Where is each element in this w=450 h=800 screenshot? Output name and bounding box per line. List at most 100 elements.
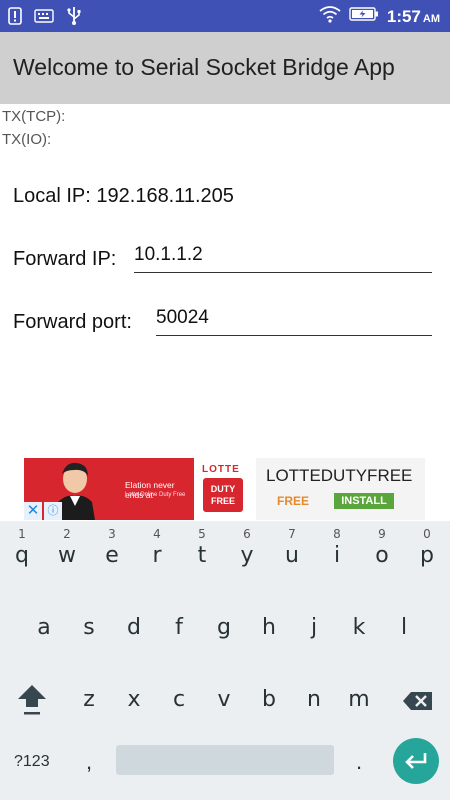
key-hint: 8 [333, 527, 341, 541]
tx-io-label: TX(IO): [2, 131, 52, 148]
key-e[interactable]: 3e [90, 521, 134, 587]
clock-ampm: AM [422, 12, 440, 25]
key-char: t [197, 543, 207, 568]
comma-key[interactable]: , [86, 749, 92, 775]
key-f[interactable]: f [157, 595, 201, 661]
close-icon[interactable]: ✕ [24, 502, 42, 520]
enter-key[interactable] [393, 738, 439, 784]
key-k[interactable]: k [337, 595, 381, 661]
key-char: u [285, 543, 299, 568]
key-char: q [15, 543, 29, 568]
key-q[interactable]: 1q [0, 521, 44, 587]
key-char: r [152, 543, 162, 568]
app-bar: Welcome to Serial Socket Bridge App [0, 32, 450, 104]
battery-charging-icon [349, 6, 379, 27]
ad-install-button[interactable]: INSTALL [334, 493, 394, 509]
key-char: y [240, 543, 254, 568]
key-hint: 1 [18, 527, 26, 541]
key-u[interactable]: 7u [270, 521, 314, 587]
usb-icon [66, 6, 82, 31]
key-hint: 5 [198, 527, 206, 541]
key-i[interactable]: 8i [315, 521, 359, 587]
wifi-icon [319, 5, 341, 28]
forward-port-label: Forward port: [13, 311, 132, 333]
key-hint: 7 [288, 527, 296, 541]
forward-port-input[interactable] [156, 303, 432, 336]
tx-tcp-label: TX(TCP): [2, 108, 66, 125]
key-char: a [37, 615, 51, 640]
key-z[interactable]: z [67, 667, 111, 733]
key-v[interactable]: v [202, 667, 246, 733]
local-ip-value: 192.168.11.205 [96, 185, 234, 207]
key-j[interactable]: j [292, 595, 336, 661]
ad-subline: Lotte Online Duty Free [125, 492, 186, 498]
key-char: p [420, 543, 434, 568]
key-hint: 0 [423, 527, 431, 541]
enter-icon [404, 751, 428, 776]
backspace-icon [402, 691, 434, 717]
local-ip-label: Local IP: [13, 185, 91, 207]
ad-logo-line1: DUTY [210, 484, 236, 494]
clock-time: 1:57 [386, 6, 421, 26]
symbols-key[interactable]: ?123 [14, 753, 50, 771]
local-ip-row: Local IP: 192.168.11.205 [13, 185, 234, 208]
key-o[interactable]: 9o [360, 521, 404, 587]
key-char: h [262, 615, 276, 640]
keyboard-icon [34, 9, 54, 28]
key-p[interactable]: 0p [405, 521, 449, 587]
shift-key[interactable] [9, 667, 53, 733]
key-c[interactable]: c [157, 667, 201, 733]
period-key[interactable]: . [356, 749, 362, 775]
key-hint: 4 [153, 527, 161, 541]
key-char: d [127, 615, 141, 640]
key-w[interactable]: 2w [45, 521, 89, 587]
key-r[interactable]: 4r [135, 521, 179, 587]
key-l[interactable]: l [382, 595, 426, 661]
key-char: j [310, 615, 318, 640]
key-d[interactable]: d [112, 595, 156, 661]
key-char: x [127, 687, 141, 712]
backspace-key[interactable] [396, 667, 440, 733]
forward-ip-label: Forward IP: [13, 248, 117, 270]
key-char: v [217, 687, 231, 712]
info-icon[interactable]: ⓘ [44, 502, 62, 520]
key-char: w [58, 543, 76, 568]
key-n[interactable]: n [292, 667, 336, 733]
key-b[interactable]: b [247, 667, 291, 733]
key-char: c [172, 687, 186, 712]
app-title: Welcome to Serial Socket Bridge App [13, 54, 395, 80]
status-bar: 1:57 AM [0, 0, 450, 32]
key-char: g [217, 615, 231, 640]
key-char: o [375, 543, 389, 568]
clock: 1:57 AM [387, 7, 440, 27]
key-hint: 9 [378, 527, 386, 541]
ad-price: FREE [277, 494, 310, 508]
ad-logo-line2: FREE [210, 496, 235, 506]
key-a[interactable]: a [22, 595, 66, 661]
key-hint: 2 [63, 527, 71, 541]
key-x[interactable]: x [112, 667, 156, 733]
shift-icon [17, 683, 47, 723]
alert-icon [8, 7, 22, 30]
key-y[interactable]: 6y [225, 521, 269, 587]
key-t[interactable]: 5t [180, 521, 224, 587]
key-g[interactable]: g [202, 595, 246, 661]
key-h[interactable]: h [247, 595, 291, 661]
key-char: n [307, 687, 321, 712]
key-char: z [83, 687, 95, 712]
forward-ip-input[interactable] [134, 240, 432, 273]
status-left-icons [8, 6, 82, 31]
status-right: 1:57 AM [319, 5, 440, 28]
key-char: m [348, 687, 370, 712]
ad-brand: LOTTEDUTYFREE [266, 466, 413, 485]
space-bar[interactable] [116, 745, 334, 775]
ad-logo-box: DUTY FREE [203, 478, 243, 512]
key-m[interactable]: m [337, 667, 381, 733]
key-hint: 3 [108, 527, 116, 541]
ad-banner[interactable]: Elation never ends at Lotte Online Duty … [24, 458, 425, 520]
key-char: l [400, 615, 408, 640]
soft-keyboard: 1q 2w 3e 4r 5t 6y 7u 8i 9o 0p a s d f g … [0, 521, 450, 800]
key-s[interactable]: s [67, 595, 111, 661]
ad-logo: LOTTE DUTY FREE [194, 458, 256, 520]
key-char: b [262, 687, 276, 712]
